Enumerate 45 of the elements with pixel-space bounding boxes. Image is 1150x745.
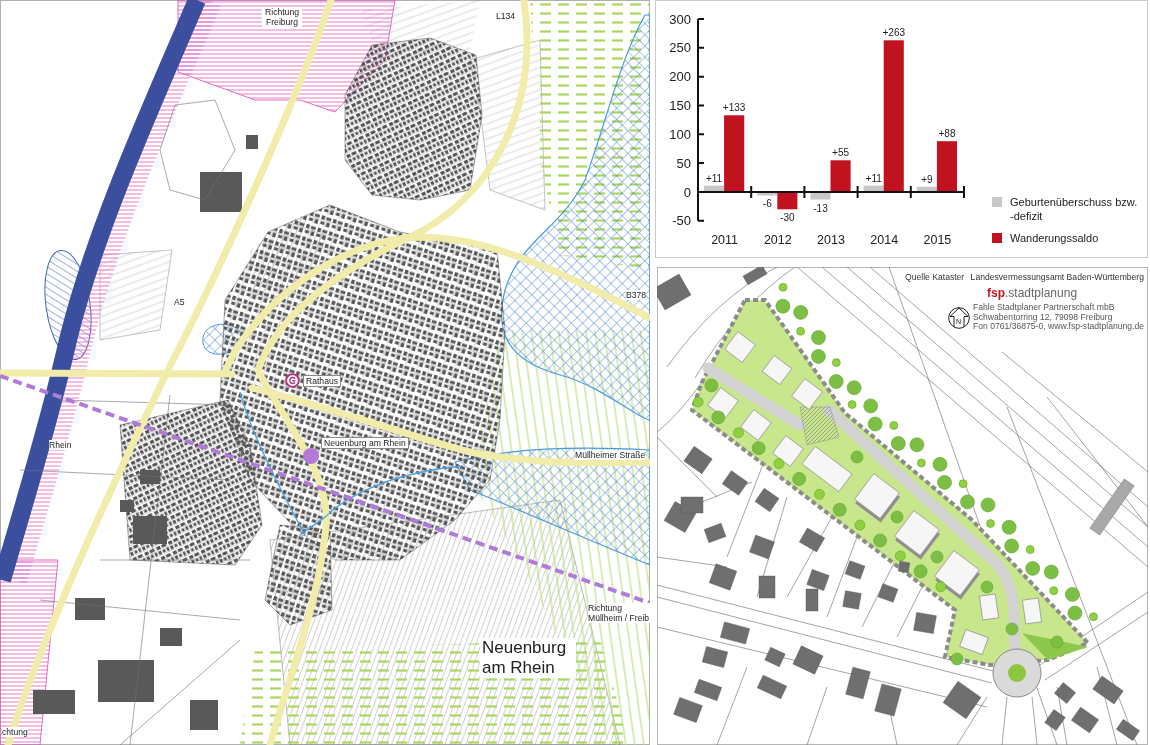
category-label: 2011 (711, 233, 739, 247)
river-label: Rhein (49, 440, 72, 450)
value-label: +11 (865, 172, 882, 184)
direction-label: chtung (2, 727, 28, 737)
axis-tick-label: 100 (669, 126, 691, 142)
logo-wordmark: fsp.stadtplanung (987, 286, 1078, 300)
legend-label: Wanderungssaldo (1010, 231, 1100, 245)
road-label: L134 (496, 11, 516, 21)
street-label: Müllheimer Straße (575, 450, 646, 460)
axis-tick-label: 250 (669, 40, 691, 56)
category-label: 2014 (870, 233, 899, 247)
value-label: +55 (832, 147, 850, 159)
ring-marker-icon (285, 373, 300, 388)
source-note: Quelle Kataster (905, 272, 965, 282)
address-line: Fahle Stadtplaner Partnerschaft mbB (973, 303, 1116, 313)
value-label: +263 (882, 27, 906, 39)
value-label: +133 (722, 102, 746, 114)
place-label: Neuenburg am Rhein (321, 437, 409, 449)
landmark-label: Rathaus (303, 375, 341, 387)
value-label: -6 (762, 198, 772, 210)
road-label: B378 (626, 290, 647, 300)
value-label: +88 (938, 128, 956, 140)
category-label: 2015 (923, 233, 952, 247)
road-label: A5 (174, 297, 185, 307)
axis-tick-label: 0 (683, 184, 691, 200)
value-label: +9 (921, 173, 933, 185)
value-label: -13 (813, 202, 828, 214)
survey-note: Landesvermessungsamt Baden-Württemberg (970, 272, 1144, 282)
address-line: Schwabentorring 12, 79098 Freiburg (973, 312, 1113, 322)
axis-tick-label: 50 (676, 155, 691, 171)
town-label: Neuenburg am Rhein (480, 638, 576, 678)
place-dot-icon (303, 448, 319, 464)
category-label: 2013 (817, 233, 845, 247)
value-label: +11 (705, 172, 723, 184)
address-line: Fon 0761/36875-0, www.fsp-stadtplanung.de (973, 322, 1144, 332)
axis-tick-label: 200 (669, 69, 691, 85)
category-label: 2012 (763, 233, 792, 247)
north-arrow-icon (947, 307, 971, 329)
axis-tick-label: 300 (669, 11, 691, 27)
legend-label: Geburtenüberschuss bzw. -defizit (1010, 195, 1139, 223)
axis-tick-label: 150 (669, 98, 691, 114)
axis-tick-label: -50 (672, 213, 691, 229)
direction-label: Richtung Freiburg (262, 7, 302, 27)
value-label: -30 (780, 212, 795, 224)
direction-label: Richtung Müllheim / Freib (588, 603, 650, 623)
